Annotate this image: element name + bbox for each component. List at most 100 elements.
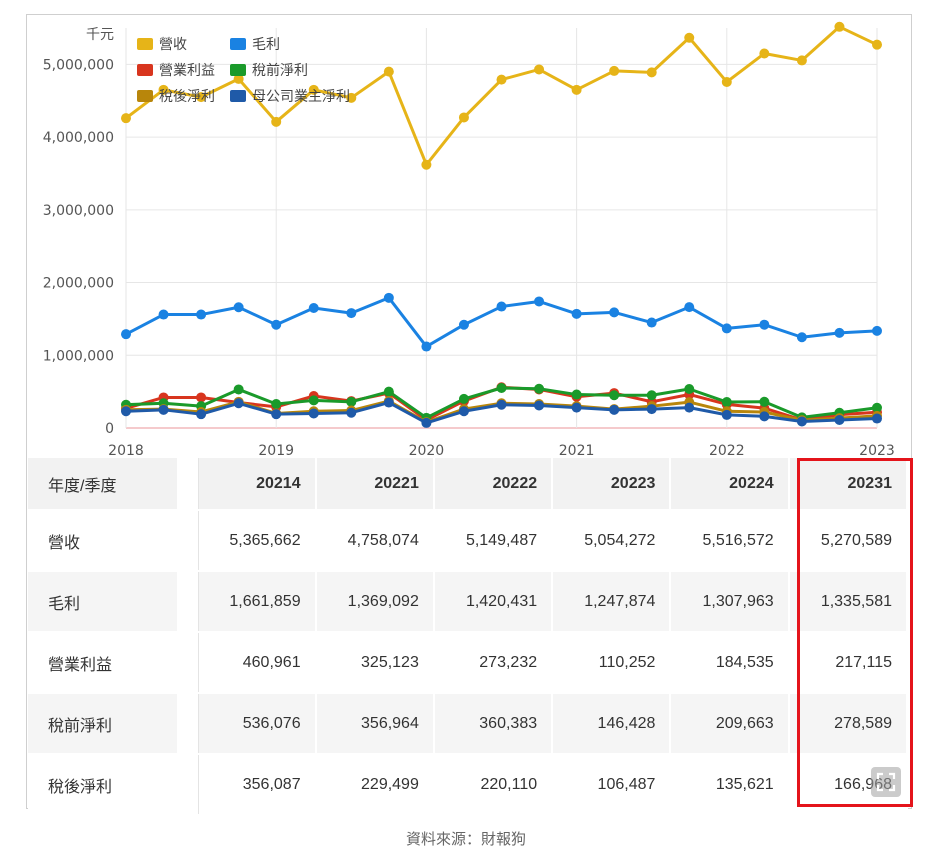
x-tick-label: 2018 — [108, 443, 144, 459]
period-header: 20224 — [670, 458, 790, 511]
series-point — [458, 393, 469, 404]
series-point — [684, 384, 695, 395]
series-point — [609, 390, 620, 401]
table-header-row: 年度/季度 20214 20221 20222 20223 20224 2023… — [28, 458, 909, 511]
table-cell: 5,149,487 — [433, 510, 554, 572]
table-row: 毛利 1,661,859 1,369,092 1,420,431 1,247,874 1,… — [28, 571, 909, 633]
row-label: 營業利益 — [28, 632, 179, 694]
y-tick-label: 4,000,000 — [43, 130, 114, 146]
series-point — [271, 409, 282, 420]
series-point — [121, 329, 131, 340]
period-header: 20223 — [552, 458, 672, 511]
table-cell: 536,076 — [198, 693, 317, 755]
series-point — [196, 392, 207, 403]
series-point — [759, 411, 770, 422]
table-cell: 110,252 — [552, 632, 672, 694]
legend-swatch — [230, 64, 246, 76]
table-spacer — [178, 632, 199, 694]
series-point — [534, 383, 545, 394]
legend-swatch — [137, 38, 153, 50]
y-tick-label: 5,000,000 — [43, 57, 114, 73]
line-chart: 0 1,000,000 2,000,000 3,000,000 4,000,000 5,0… — [43, 21, 895, 459]
table-cell: 184,535 — [670, 632, 790, 694]
table-cell: 5,365,662 — [198, 510, 317, 572]
series-point — [796, 55, 807, 66]
series-point — [121, 113, 131, 124]
table-cell: 1,369,092 — [315, 571, 435, 633]
series-point — [646, 390, 657, 401]
period-header: 20231 — [788, 458, 909, 511]
series-point — [646, 317, 657, 328]
legend-label: 營收 — [159, 37, 187, 53]
row-label: 稅後淨利 — [28, 754, 179, 816]
table-cell: 1,420,431 — [433, 571, 554, 633]
series-point — [721, 323, 732, 334]
series-point — [609, 404, 620, 415]
table-cell: 209,663 — [670, 693, 790, 755]
legend-label: 稅後淨利 — [159, 89, 215, 105]
table-spacer — [178, 458, 199, 511]
series-point — [308, 408, 319, 419]
series-point — [796, 416, 807, 427]
table-cell: 1,661,859 — [198, 571, 317, 633]
table-cell: 356,964 — [315, 693, 435, 755]
table-cell: 1,247,874 — [552, 571, 672, 633]
series-point — [872, 413, 882, 424]
table-spacer — [178, 571, 199, 633]
series-point — [458, 406, 469, 417]
series-point — [233, 302, 244, 313]
series-point — [158, 309, 169, 320]
series-point — [233, 384, 244, 395]
table-spacer — [178, 754, 199, 816]
series-point — [383, 397, 394, 408]
series-point — [834, 327, 845, 338]
row-label: 營收 — [28, 510, 179, 572]
grid-lines — [125, 28, 878, 429]
series-point — [721, 409, 732, 420]
table-row: 稅後淨利 356,087 229,499 220,110 106,487 135,621 1… — [28, 754, 909, 816]
series-point — [458, 319, 469, 330]
series-point — [496, 301, 507, 312]
table-cell: 217,115 — [788, 632, 909, 694]
series-point — [496, 74, 507, 85]
table-cell: 4,758,074 — [315, 510, 435, 572]
table-cell: 1,335,581 — [788, 571, 909, 633]
series-point — [308, 303, 319, 313]
series-point — [271, 399, 282, 409]
table-row: 營業利益 460,961 325,123 273,232 110,252 184,535 2… — [28, 632, 909, 694]
table-cell: 5,054,272 — [552, 510, 672, 572]
table-cell: 106,487 — [552, 754, 672, 816]
expand-button[interactable] — [871, 767, 901, 797]
series-point — [684, 402, 695, 413]
series-point — [759, 48, 770, 59]
legend-label: 稅前淨利 — [252, 62, 308, 79]
y-tick-label: 0 — [105, 421, 114, 437]
series-point — [872, 325, 882, 336]
table-cell: 278,589 — [788, 693, 909, 755]
legend-label: 營業利益 — [159, 63, 215, 79]
legend-label: 母公司業主淨利 — [252, 89, 350, 105]
source-caption: 資料來源：財報狗 — [405, 830, 526, 848]
series-point — [346, 308, 357, 319]
table-cell: 325,123 — [315, 632, 435, 694]
series-point — [759, 396, 770, 407]
financial-table: 年度/季度 20214 20221 20222 20223 20224 2023… — [28, 458, 909, 816]
x-tick-label: 2021 — [559, 443, 595, 459]
table-spacer — [178, 693, 199, 755]
series-point — [308, 395, 319, 406]
y-tick-label: 1,000,000 — [43, 348, 114, 364]
series-point — [158, 404, 169, 415]
y-axis-label: 千元 — [86, 27, 114, 43]
series-point — [571, 389, 582, 400]
table-cell: 5,516,572 — [670, 510, 790, 572]
legend-swatch — [230, 38, 246, 50]
x-tick-label: 2019 — [258, 443, 294, 459]
series-point — [383, 386, 394, 397]
period-header: 20214 — [198, 458, 317, 511]
series-point — [383, 66, 394, 77]
series-point — [646, 67, 657, 78]
series-point — [834, 415, 845, 425]
y-tick-label: 2,000,000 — [43, 276, 114, 292]
legend-swatch — [137, 64, 153, 76]
series-point — [496, 383, 507, 393]
